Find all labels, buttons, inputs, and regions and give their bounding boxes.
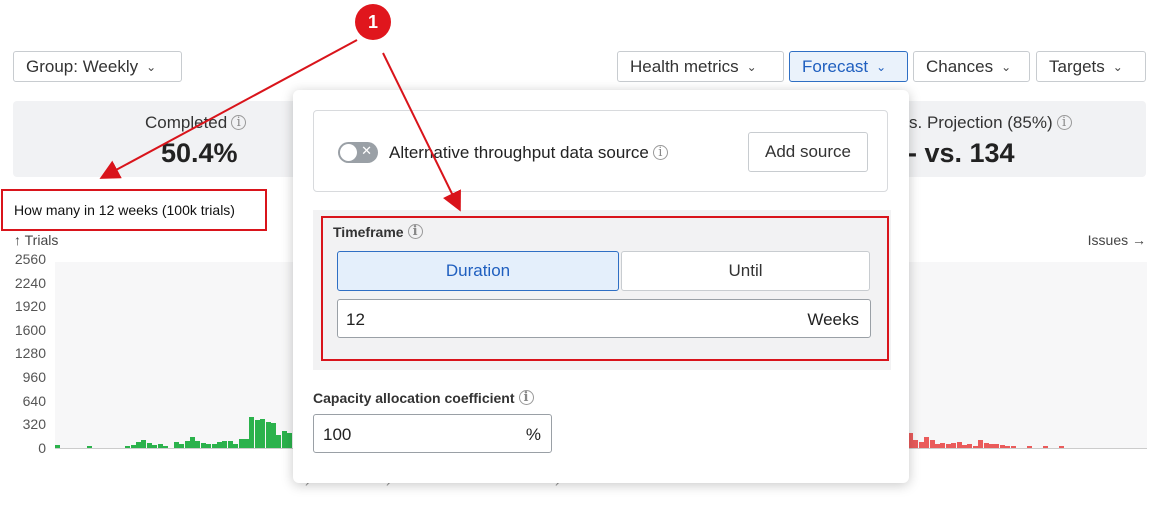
chevron-down-icon: ⌄	[1001, 59, 1012, 74]
forecast-dropdown[interactable]: Forecast ⌄	[789, 51, 908, 82]
capacity-value: 100	[323, 425, 352, 444]
chevron-down-icon: ⌄	[1112, 59, 1123, 74]
y-tick: 2240	[14, 274, 46, 291]
chart-bar	[281, 430, 287, 448]
chart-bar	[238, 438, 244, 448]
chart-bar	[276, 434, 282, 448]
chart-subtitle: How many in 12 weeks (100k trials)	[1, 189, 267, 231]
alt-source-card: ✕ Alternative throughput data source i Ad…	[313, 110, 888, 192]
add-source-button[interactable]: Add source	[748, 132, 868, 172]
chart-bar	[260, 418, 266, 448]
issues-link[interactable]: Issues →	[1088, 232, 1146, 248]
info-icon[interactable]: i	[1056, 115, 1072, 130]
chart-bar	[141, 440, 147, 448]
y-axis-label: ↑ Trials	[14, 232, 59, 248]
chart-bar	[190, 437, 195, 448]
group-label: Group: Weekly	[26, 56, 139, 76]
info-icon[interactable]: i	[231, 115, 247, 130]
targets-label: Targets	[1049, 56, 1105, 76]
chart-bar	[244, 438, 249, 448]
chevron-down-icon: ⌄	[746, 59, 757, 74]
chevron-down-icon: ⌄	[146, 59, 157, 74]
toggle-knob	[340, 144, 357, 161]
chart-bar	[924, 437, 930, 448]
chart-bar	[222, 440, 228, 448]
chart-bar	[265, 421, 271, 448]
chart-bar	[978, 440, 984, 448]
chances-dropdown[interactable]: Chances ⌄	[913, 51, 1030, 82]
alt-source-label: Alternative throughput data source i	[389, 143, 668, 163]
y-tick: 0	[38, 439, 46, 456]
y-tick: 2560	[14, 251, 46, 267]
info-icon[interactable]: i	[518, 390, 534, 405]
chart-bar	[249, 417, 255, 448]
y-tick: 1920	[14, 298, 46, 315]
health-metrics-label: Health metrics	[630, 56, 739, 76]
y-tick: 960	[22, 369, 46, 385]
close-icon: ✕	[361, 143, 372, 158]
projection-value: - vs. 134	[908, 138, 1015, 168]
group-dropdown[interactable]: Group: Weekly ⌄	[13, 51, 182, 82]
forecast-popover: ✕ Alternative throughput data source i Ad…	[293, 90, 909, 483]
chart-bar	[271, 423, 276, 448]
info-icon[interactable]: i	[652, 145, 668, 160]
chart-bar	[254, 420, 260, 448]
capacity-unit: %	[525, 425, 541, 444]
chart-bar	[929, 440, 935, 448]
chart-bar	[913, 440, 919, 448]
y-tick: 1600	[14, 321, 46, 338]
forecast-label: Forecast	[802, 56, 869, 76]
completed-label: Completed i	[145, 113, 247, 133]
targets-dropdown[interactable]: Targets ⌄	[1036, 51, 1146, 82]
chevron-down-icon: ⌄	[876, 59, 887, 74]
completed-value: 50.4%	[161, 138, 238, 168]
health-metrics-dropdown[interactable]: Health metrics ⌄	[617, 51, 784, 82]
capacity-label: Capacity allocation coefficient i	[313, 390, 534, 406]
annotation-badge: 1	[355, 4, 391, 40]
y-tick: 1280	[14, 345, 46, 362]
chances-label: Chances	[926, 56, 994, 76]
capacity-input[interactable]: 100 %	[313, 414, 552, 453]
projection-label: s. Projection (85%) i	[909, 113, 1072, 133]
y-tick: 640	[22, 392, 46, 409]
timeframe-highlight-box	[321, 216, 889, 361]
chart-bar	[287, 433, 293, 448]
y-tick: 320	[22, 416, 46, 433]
alt-source-toggle[interactable]: ✕	[338, 142, 378, 163]
